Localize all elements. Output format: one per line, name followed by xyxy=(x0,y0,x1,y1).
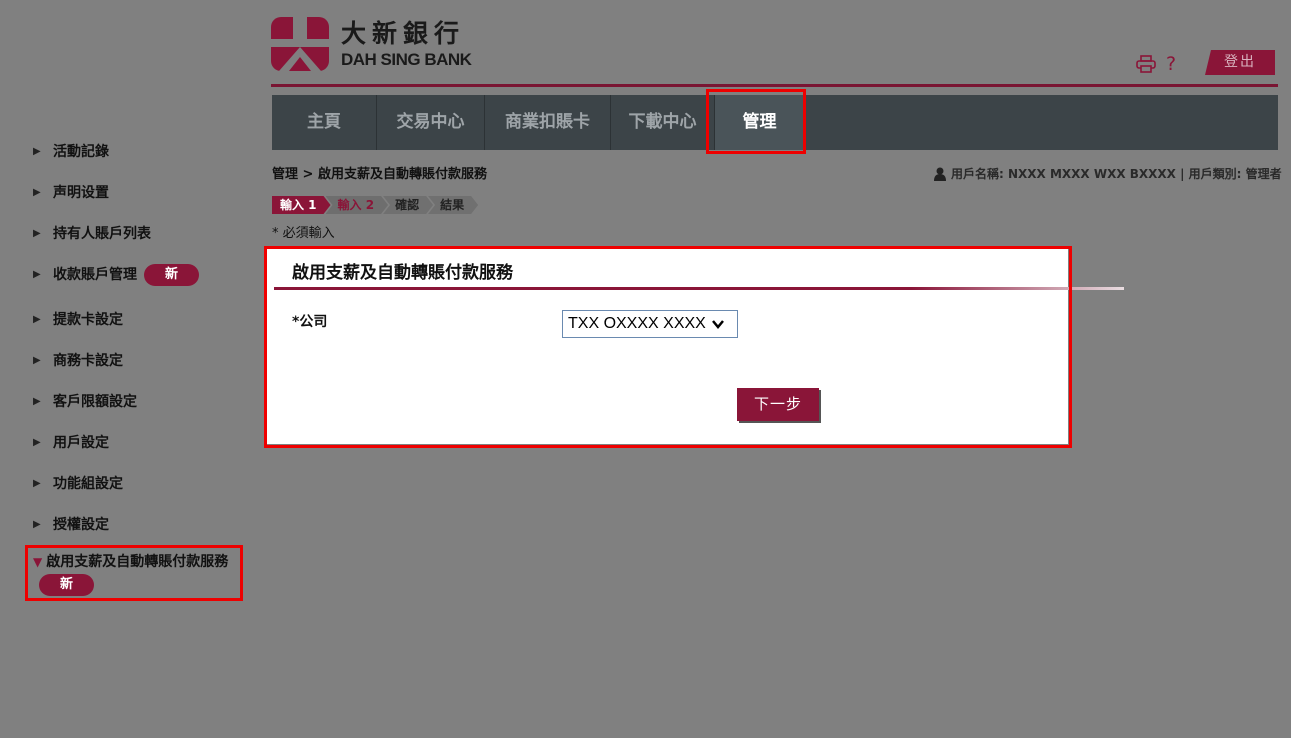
sidebar-item-statement-settings[interactable]: ▶ 声明设置 xyxy=(33,184,109,202)
triangle-right-icon: ▶ xyxy=(33,437,41,448)
sidebar-item-activity-log[interactable]: ▶ 活動記錄 xyxy=(33,143,109,161)
triangle-right-icon: ▶ xyxy=(33,228,41,239)
sidebar-item-label: 啟用支薪及自動轉賬付款服務 xyxy=(46,554,229,570)
sidebar-item-payroll-autopay[interactable]: ▼ 啟用支薪及自動轉賬付款服務 新 xyxy=(33,551,238,596)
sidebar-item-holder-accounts[interactable]: ▶ 持有人賬戶列表 xyxy=(33,225,151,243)
step-indicator: 輸入 1 輸入 2 確認 結果 xyxy=(272,196,478,214)
sidebar-item-customer-limit[interactable]: ▶ 客戶限額設定 xyxy=(33,393,137,411)
nav-tab-business-debit-card[interactable]: 商業扣賬卡 xyxy=(485,95,611,150)
triangle-down-icon: ▼ xyxy=(33,555,43,569)
header-divider xyxy=(271,84,1278,87)
user-icon xyxy=(934,167,946,181)
nav-tab-download-center[interactable]: 下載中心 xyxy=(611,95,715,150)
sidebar-item-payee-accounts[interactable]: ▶ 收款賬戶管理 新 xyxy=(33,264,199,286)
sidebar-item-business-card[interactable]: ▶ 商務卡設定 xyxy=(33,352,123,370)
triangle-right-icon: ▶ xyxy=(33,396,41,407)
sidebar-item-label: 声明设置 xyxy=(53,185,109,201)
step-confirm: 確認 xyxy=(383,196,433,214)
triangle-right-icon: ▶ xyxy=(33,314,41,325)
sidebar-item-function-group[interactable]: ▶ 功能組設定 xyxy=(33,475,123,493)
sidebar-item-authorization[interactable]: ▶ 授權設定 xyxy=(33,516,109,534)
sidebar-item-label: 收款賬戶管理 xyxy=(53,267,137,283)
logo-chinese-name: 大新銀行 xyxy=(341,19,466,48)
step-result: 結果 xyxy=(428,196,478,214)
help-icon[interactable]: ? xyxy=(1166,55,1176,74)
form-highlight-box xyxy=(264,246,1072,448)
new-badge: 新 xyxy=(144,264,199,286)
triangle-right-icon: ▶ xyxy=(33,269,41,280)
sidebar-item-label: 用戶設定 xyxy=(53,435,109,451)
nav-tab-home[interactable]: 主頁 xyxy=(272,95,377,150)
sidebar-item-label: 功能組設定 xyxy=(53,476,123,492)
breadcrumb: 管理 > 啟用支薪及自動轉賬付款服務 xyxy=(272,167,487,182)
sidebar-item-label: 持有人賬戶列表 xyxy=(53,226,151,242)
step-input-1: 輸入 1 xyxy=(272,196,331,214)
triangle-right-icon: ▶ xyxy=(33,478,41,489)
sidebar-item-label: 商務卡設定 xyxy=(53,353,123,369)
triangle-right-icon: ▶ xyxy=(33,187,41,198)
new-badge: 新 xyxy=(39,574,94,596)
sidebar-item-label: 授權設定 xyxy=(53,517,109,533)
sidebar-item-label: 活動記錄 xyxy=(53,144,109,160)
nav-highlight-box xyxy=(706,89,806,154)
sidebar-item-atm-card[interactable]: ▶ 提款卡設定 xyxy=(33,311,123,329)
user-info: 用戶名稱: NXXX MXXX WXX BXXXX | 用戶類別: 管理者 xyxy=(934,165,1282,183)
print-icon[interactable] xyxy=(1136,55,1156,73)
triangle-right-icon: ▶ xyxy=(33,146,41,157)
sidebar-item-label: 客戶限額設定 xyxy=(53,394,137,410)
triangle-right-icon: ▶ xyxy=(33,519,41,530)
step-input-2: 輸入 2 xyxy=(326,196,389,214)
logout-button[interactable]: 登出 xyxy=(1205,50,1275,75)
sidebar-item-user-settings[interactable]: ▶ 用戶設定 xyxy=(33,434,109,452)
user-info-text: 用戶名稱: NXXX MXXX WXX BXXXX | 用戶類別: 管理者 xyxy=(951,167,1282,181)
required-note: * 必須輸入 xyxy=(272,226,335,241)
triangle-right-icon: ▶ xyxy=(33,355,41,366)
dah-sing-logo-icon xyxy=(271,17,329,71)
sidebar-item-label: 提款卡設定 xyxy=(53,312,123,328)
logo-english-name: DAH SING BANK xyxy=(341,50,472,69)
nav-tab-transactions[interactable]: 交易中心 xyxy=(377,95,485,150)
header-tools: ? xyxy=(1136,52,1196,76)
